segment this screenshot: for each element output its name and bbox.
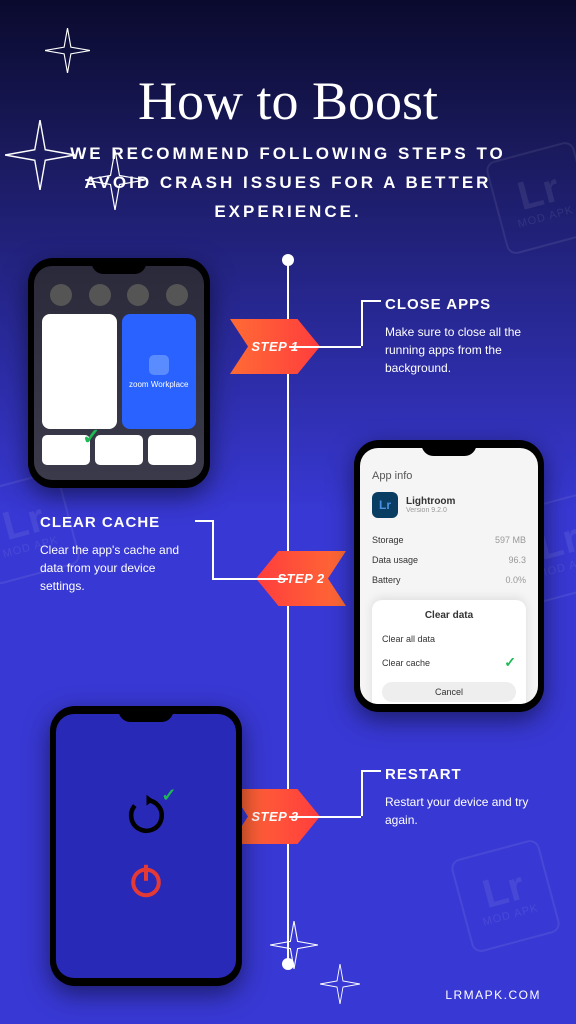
restart-icon: ✓ [124, 793, 169, 838]
connector [289, 346, 361, 348]
lightroom-icon: Lr [372, 492, 398, 518]
cancel-button: Cancel [382, 682, 516, 702]
checkmark-icon: ✓ [82, 424, 100, 450]
step-1-text: CLOSE APPS Make sure to close all the ru… [385, 296, 555, 377]
phone-mockup-1: zoom Workplace ✓ [28, 258, 210, 488]
connector [361, 300, 381, 302]
zoom-card-label: zoom Workplace [129, 380, 188, 389]
app-version: Version 9.2.0 [406, 507, 455, 514]
step-3-heading: RESTART [385, 766, 555, 783]
step-1-body: Make sure to close all the running apps … [385, 323, 555, 377]
checkmark-icon: ✓ [161, 785, 176, 806]
step-3-body: Restart your device and try again. [385, 793, 555, 829]
connector [361, 300, 363, 346]
step-2-body: Clear the app's cache and data from your… [40, 541, 200, 595]
modal-title: Clear data [382, 610, 516, 621]
connector [212, 578, 288, 580]
app-info-title: App info [372, 470, 526, 482]
clear-all-data-option: Clear all data [382, 629, 516, 649]
connector [212, 520, 214, 578]
step-2-heading: CLEAR CACHE [40, 514, 200, 531]
phone-mockup-3: ✓ [50, 706, 242, 986]
clear-cache-option: Clear cache✓ [382, 649, 516, 676]
sparkle-icon [270, 921, 318, 969]
power-icon [126, 860, 166, 900]
connector [361, 770, 363, 816]
app-name: Lightroom [406, 496, 455, 507]
footer-credit: LRMAPK.COM [445, 988, 541, 1002]
checkmark-icon: ✓ [504, 654, 516, 671]
connector [361, 770, 381, 772]
connector [289, 816, 361, 818]
step-2-text: CLEAR CACHE Clear the app's cache and da… [40, 514, 200, 595]
phone-mockup-2: App info Lr Lightroom Version 9.2.0 Stor… [354, 440, 544, 712]
page-title: How to Boost [0, 0, 576, 132]
watermark: LrMOD APK [449, 838, 562, 954]
step-3-text: RESTART Restart your device and try agai… [385, 766, 555, 829]
step-1-heading: CLOSE APPS [385, 296, 555, 313]
sparkle-icon [320, 964, 360, 1004]
